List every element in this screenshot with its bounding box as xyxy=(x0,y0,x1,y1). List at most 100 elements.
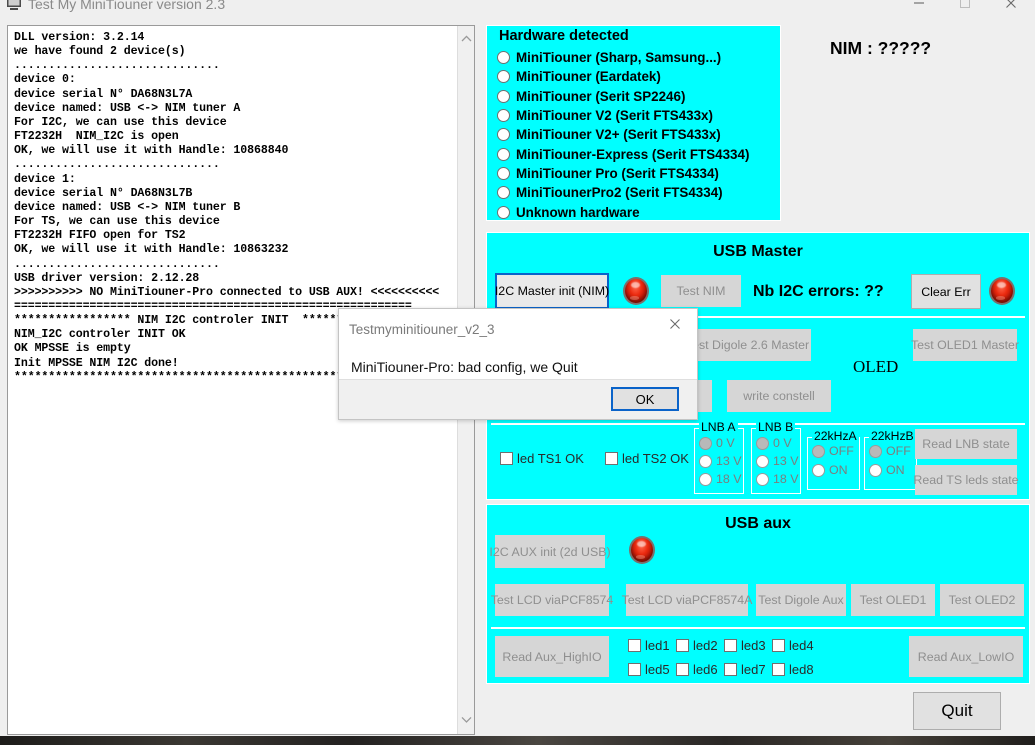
checkbox-icon[interactable] xyxy=(772,663,785,676)
hardware-option-7[interactable]: MiniTiounerPro2 (Serit FTS4334) xyxy=(497,183,749,202)
read-aux-highio-button[interactable]: Read Aux_HighIO xyxy=(495,636,609,677)
clear-err-button[interactable]: Clear Err xyxy=(911,274,981,309)
aux-led1-row[interactable]: led1 xyxy=(628,638,670,653)
hardware-option-4[interactable]: MiniTiouner V2+ (Serit FTS433x) xyxy=(497,125,749,144)
khz-a-option-0[interactable]: OFF xyxy=(812,444,854,458)
checkbox-icon[interactable] xyxy=(724,639,737,652)
radio-icon xyxy=(699,437,712,450)
aux-led3-label: led3 xyxy=(741,638,766,653)
khz-b-group: 22kHzB OFF ON xyxy=(864,437,917,490)
radio-icon xyxy=(812,445,825,458)
lnb-b-title: LNB B xyxy=(756,420,795,434)
dialog-close-button[interactable] xyxy=(653,309,697,339)
radio-icon xyxy=(699,473,712,486)
led-ts1-checkbox-row[interactable]: led TS1 OK xyxy=(500,451,584,466)
test-nim-button[interactable]: Test NIM xyxy=(661,275,741,307)
checkbox-icon[interactable] xyxy=(772,639,785,652)
hardware-option-label: MiniTiouner (Serit SP2246) xyxy=(516,89,685,104)
checkbox-icon[interactable] xyxy=(628,639,641,652)
minimize-button[interactable] xyxy=(896,0,942,18)
hardware-option-label: MiniTiouner V2+ (Serit FTS433x) xyxy=(516,127,721,142)
divider xyxy=(491,627,1025,629)
test-digole-aux-button[interactable]: Test Digole Aux xyxy=(756,584,846,616)
app-icon xyxy=(6,0,22,12)
usb-master-init-led xyxy=(623,277,649,305)
read-ts-leds-state-button[interactable]: Read TS leds state xyxy=(915,465,1017,495)
hardware-option-6[interactable]: MiniTiouner Pro (Serit FTS4334) xyxy=(497,164,749,183)
lnb-a-option-1[interactable]: 13 V xyxy=(699,454,742,468)
checkbox-icon[interactable] xyxy=(500,452,513,465)
window-title: Test My MiniTiouner version 2.3 xyxy=(28,0,225,13)
lnb-a-option-0[interactable]: 0 V xyxy=(699,436,735,450)
hardware-option-label: Unknown hardware xyxy=(516,205,640,220)
checkbox-icon[interactable] xyxy=(724,663,737,676)
radio-icon xyxy=(497,90,510,103)
khz-b-option-1[interactable]: ON xyxy=(869,463,905,477)
led-ts2-checkbox-row[interactable]: led TS2 OK xyxy=(605,451,689,466)
read-lnb-state-button[interactable]: Read LNB state xyxy=(915,429,1017,459)
checkbox-icon[interactable] xyxy=(676,639,689,652)
lnb-b-group: LNB B 0 V 13 V 18 V xyxy=(751,428,801,494)
hardware-option-5[interactable]: MiniTiouner-Express (Serit FTS4334) xyxy=(497,144,749,163)
hardware-option-8[interactable]: Unknown hardware xyxy=(497,202,749,221)
quit-button[interactable]: Quit xyxy=(913,692,1001,730)
dialog-ok-button[interactable]: OK xyxy=(611,387,679,411)
dialog-footer: OK xyxy=(339,379,697,419)
read-aux-lowio-button[interactable]: Read Aux_LowIO xyxy=(909,636,1023,677)
test-oled1-master-button[interactable]: Test OLED1 Master xyxy=(913,329,1017,361)
lnb-b-option-label: 18 V xyxy=(773,472,799,486)
lnb-a-option-2[interactable]: 18 V xyxy=(699,472,742,486)
scroll-down-button[interactable] xyxy=(458,711,475,728)
close-icon xyxy=(669,318,681,330)
checkbox-icon[interactable] xyxy=(628,663,641,676)
dialog-title: Testmyminitiouner_v2_3 xyxy=(349,322,495,337)
test-oled1-button[interactable]: Test OLED1 xyxy=(851,584,935,616)
hardware-option-0[interactable]: MiniTiouner (Sharp, Samsung...) xyxy=(497,48,749,67)
test-lcd-pcf8574a-button[interactable]: Test LCD viaPCF8574A xyxy=(626,584,748,616)
test-lcd-pcf8574-button[interactable]: Test LCD viaPCF8574 xyxy=(495,584,609,616)
chevron-up-icon xyxy=(461,35,472,42)
close-button[interactable] xyxy=(988,0,1034,18)
hardware-detected-group: Hardware detected MiniTiouner (Sharp, Sa… xyxy=(486,25,781,221)
khz-a-option-1[interactable]: ON xyxy=(812,463,848,477)
aux-led7-row[interactable]: led7 xyxy=(724,662,766,677)
scroll-up-button[interactable] xyxy=(458,30,475,47)
test-oled2-button[interactable]: Test OLED2 xyxy=(940,584,1024,616)
test-digole-master-button[interactable]: Test Digole 2.6 Master xyxy=(684,329,811,361)
maximize-button[interactable] xyxy=(942,0,988,18)
hardware-group-title: Hardware detected xyxy=(496,28,632,44)
radio-icon xyxy=(497,186,510,199)
hardware-option-2[interactable]: MiniTiouner (Serit SP2246) xyxy=(497,87,749,106)
i2c-aux-init-button[interactable]: I2C AUX init (2d USB) xyxy=(495,535,605,568)
checkbox-icon[interactable] xyxy=(605,452,618,465)
aux-led1-label: led1 xyxy=(645,638,670,653)
usb-master-error-led xyxy=(989,277,1015,305)
radio-icon xyxy=(869,464,882,477)
khz-b-option-label: ON xyxy=(886,463,905,477)
aux-led4-row[interactable]: led4 xyxy=(772,638,814,653)
hardware-option-3[interactable]: MiniTiouner V2 (Serit FTS433x) xyxy=(497,106,749,125)
lnb-b-option-0[interactable]: 0 V xyxy=(756,436,792,450)
aux-led4-label: led4 xyxy=(789,638,814,653)
aux-led6-label: led6 xyxy=(693,662,718,677)
led-ts1-label: led TS1 OK xyxy=(517,451,584,466)
khz-a-option-label: ON xyxy=(829,463,848,477)
usb-aux-led xyxy=(629,536,655,564)
error-dialog: Testmyminitiouner_v2_3 MiniTiouner-Pro: … xyxy=(338,308,698,420)
aux-led2-row[interactable]: led2 xyxy=(676,638,718,653)
write-constell-button[interactable]: write constell xyxy=(727,380,831,412)
lnb-b-option-1[interactable]: 13 V xyxy=(756,454,799,468)
hardware-option-1[interactable]: MiniTiouner (Eardatek) xyxy=(497,67,749,86)
khz-b-option-0[interactable]: OFF xyxy=(869,444,911,458)
checkbox-icon[interactable] xyxy=(676,663,689,676)
aux-led3-row[interactable]: led3 xyxy=(724,638,766,653)
aux-led6-row[interactable]: led6 xyxy=(676,662,718,677)
lnb-b-option-2[interactable]: 18 V xyxy=(756,472,799,486)
lnb-a-option-label: 18 V xyxy=(716,472,742,486)
aux-led5-row[interactable]: led5 xyxy=(628,662,670,677)
radio-icon xyxy=(812,464,825,477)
aux-led8-row[interactable]: led8 xyxy=(772,662,814,677)
i2c-master-init-button[interactable]: I2C Master init (NIM) xyxy=(495,273,609,309)
aux-led5-label: led5 xyxy=(645,662,670,677)
aux-led2-label: led2 xyxy=(693,638,718,653)
